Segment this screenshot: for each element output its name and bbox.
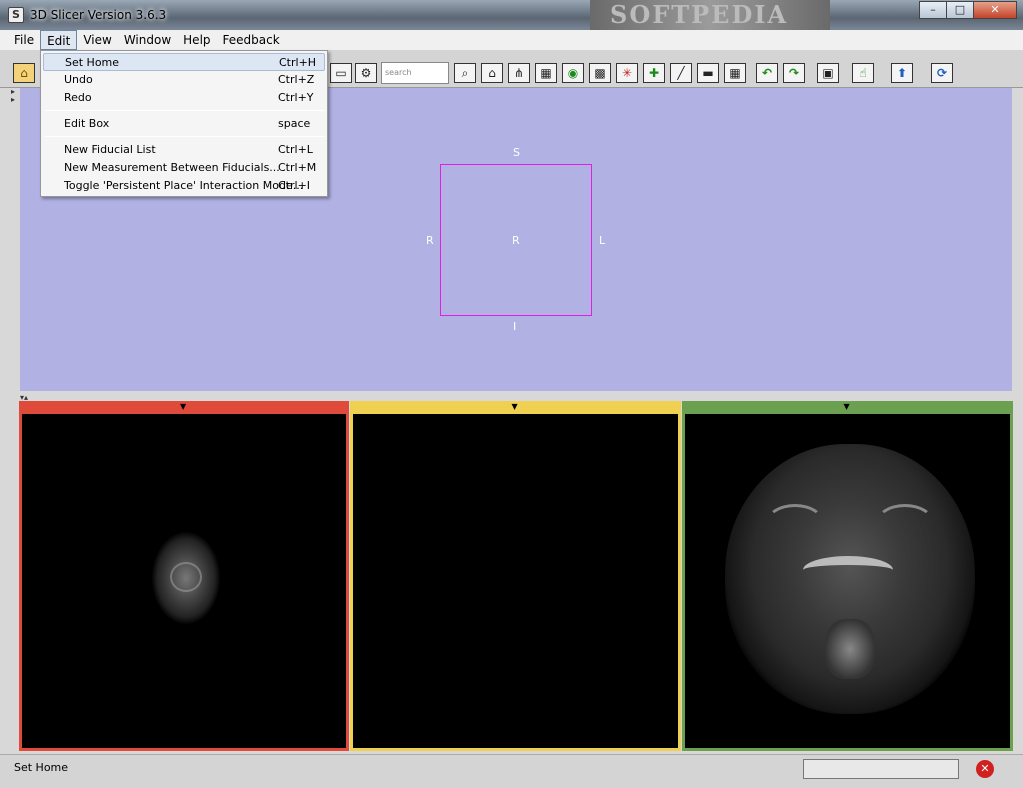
menu-file[interactable]: File — [8, 30, 40, 50]
panel-collapse-grip[interactable]: ▸ ▸ — [11, 88, 15, 104]
measure-line-icon[interactable]: ╱ — [670, 63, 692, 83]
slicer-app-icon: S — [8, 7, 24, 23]
window-title: 3D Slicer Version 3.6.3 — [30, 8, 167, 22]
red-slice-dropdown-icon[interactable]: ▼ — [180, 402, 186, 411]
minimize-button[interactable]: – — [919, 1, 947, 19]
orientation-superior: S — [513, 146, 520, 159]
menu-item-new-measurement[interactable]: New Measurement Between Fiducials... Ctr… — [43, 159, 325, 177]
axial-brain-image — [152, 532, 220, 624]
models-icon[interactable]: ◉ — [562, 63, 584, 83]
red-slice-view[interactable]: ▼ — [19, 401, 349, 751]
refresh-icon[interactable]: ⟳ — [931, 63, 953, 83]
menu-item-toggle-persistent-place[interactable]: Toggle 'Persistent Place' Interaction Mo… — [43, 177, 325, 195]
search-modules-input[interactable]: search modules — [381, 62, 449, 97]
status-text: Set Home — [14, 761, 69, 774]
fiducials-icon[interactable]: ✳ — [616, 63, 638, 83]
maximize-button[interactable]: □ — [946, 1, 974, 19]
gear-icon[interactable]: ⚙ — [355, 63, 377, 83]
menu-view[interactable]: View — [77, 30, 117, 50]
undo-icon[interactable]: ↶ — [756, 63, 778, 83]
volumes-icon[interactable]: ▦ — [535, 63, 557, 83]
green-slice-view[interactable]: ▼ — [682, 401, 1013, 751]
yellow-slice-view[interactable]: ▼ — [350, 401, 681, 751]
coronal-brain-image — [725, 444, 975, 714]
grid-icon[interactable]: ▦ — [724, 63, 746, 83]
menu-separator — [45, 136, 325, 137]
menu-item-undo[interactable]: Undo Ctrl+Z — [43, 71, 325, 89]
orientation-right: R — [426, 234, 434, 247]
menu-feedback[interactable]: Feedback — [217, 30, 286, 50]
menu-help[interactable]: Help — [177, 30, 216, 50]
layout-dropdown-icon[interactable]: ▭ — [330, 63, 352, 83]
red-slice-bar[interactable]: ▼ — [19, 401, 349, 412]
menu-separator — [45, 110, 325, 111]
menu-item-redo[interactable]: Redo Ctrl+Y — [43, 89, 325, 107]
title-bar: S 3D Slicer Version 3.6.3 SOFTPEDIA – □ … — [0, 0, 1023, 30]
stop-icon[interactable]: ✕ — [976, 760, 994, 778]
menu-bar: File Edit View Window Help Feedback — [0, 30, 1023, 50]
yellow-slice-bar[interactable]: ▼ — [350, 401, 681, 412]
status-bar: Set Home ✕ — [0, 754, 1023, 788]
menu-edit[interactable]: Edit — [40, 30, 78, 50]
orientation-center: R — [512, 234, 520, 247]
pick-mode-icon[interactable]: ☝ — [852, 63, 874, 83]
data-tree-icon[interactable]: ⋔ — [508, 63, 530, 83]
menu-window[interactable]: Window — [118, 30, 177, 50]
redo-icon[interactable]: ↷ — [783, 63, 805, 83]
yellow-slice-dropdown-icon[interactable]: ▼ — [512, 402, 518, 411]
progress-bar — [803, 759, 959, 779]
transforms-icon[interactable]: ▩ — [589, 63, 611, 83]
binoculars-icon[interactable]: ⌕ — [454, 63, 476, 83]
orientation-inferior: I — [513, 320, 517, 333]
softpedia-watermark: SOFTPEDIA — [590, 0, 830, 30]
home-icon[interactable]: ⌂ — [481, 63, 503, 83]
close-button[interactable]: ✕ — [973, 1, 1017, 19]
menu-item-set-home[interactable]: Set Home Ctrl+H — [43, 53, 325, 71]
place-mode-icon[interactable]: ⬆ — [891, 63, 913, 83]
edit-menu-dropdown: Set Home Ctrl+H Undo Ctrl+Z Redo Ctrl+Y … — [40, 50, 328, 197]
menu-item-new-fiducial-list[interactable]: New Fiducial List Ctrl+L — [43, 141, 325, 159]
editor-icon[interactable]: ✚ — [643, 63, 665, 83]
green-slice-bar[interactable]: ▼ — [682, 401, 1013, 412]
home-module-icon[interactable]: ⌂ — [13, 63, 35, 83]
ruler-icon[interactable]: ▬ — [697, 63, 719, 83]
orientation-left: L — [599, 234, 606, 247]
layout-toggle-icon[interactable]: ▣ — [817, 63, 839, 83]
menu-item-edit-box[interactable]: Edit Box space — [43, 115, 325, 133]
green-slice-dropdown-icon[interactable]: ▼ — [844, 402, 850, 411]
